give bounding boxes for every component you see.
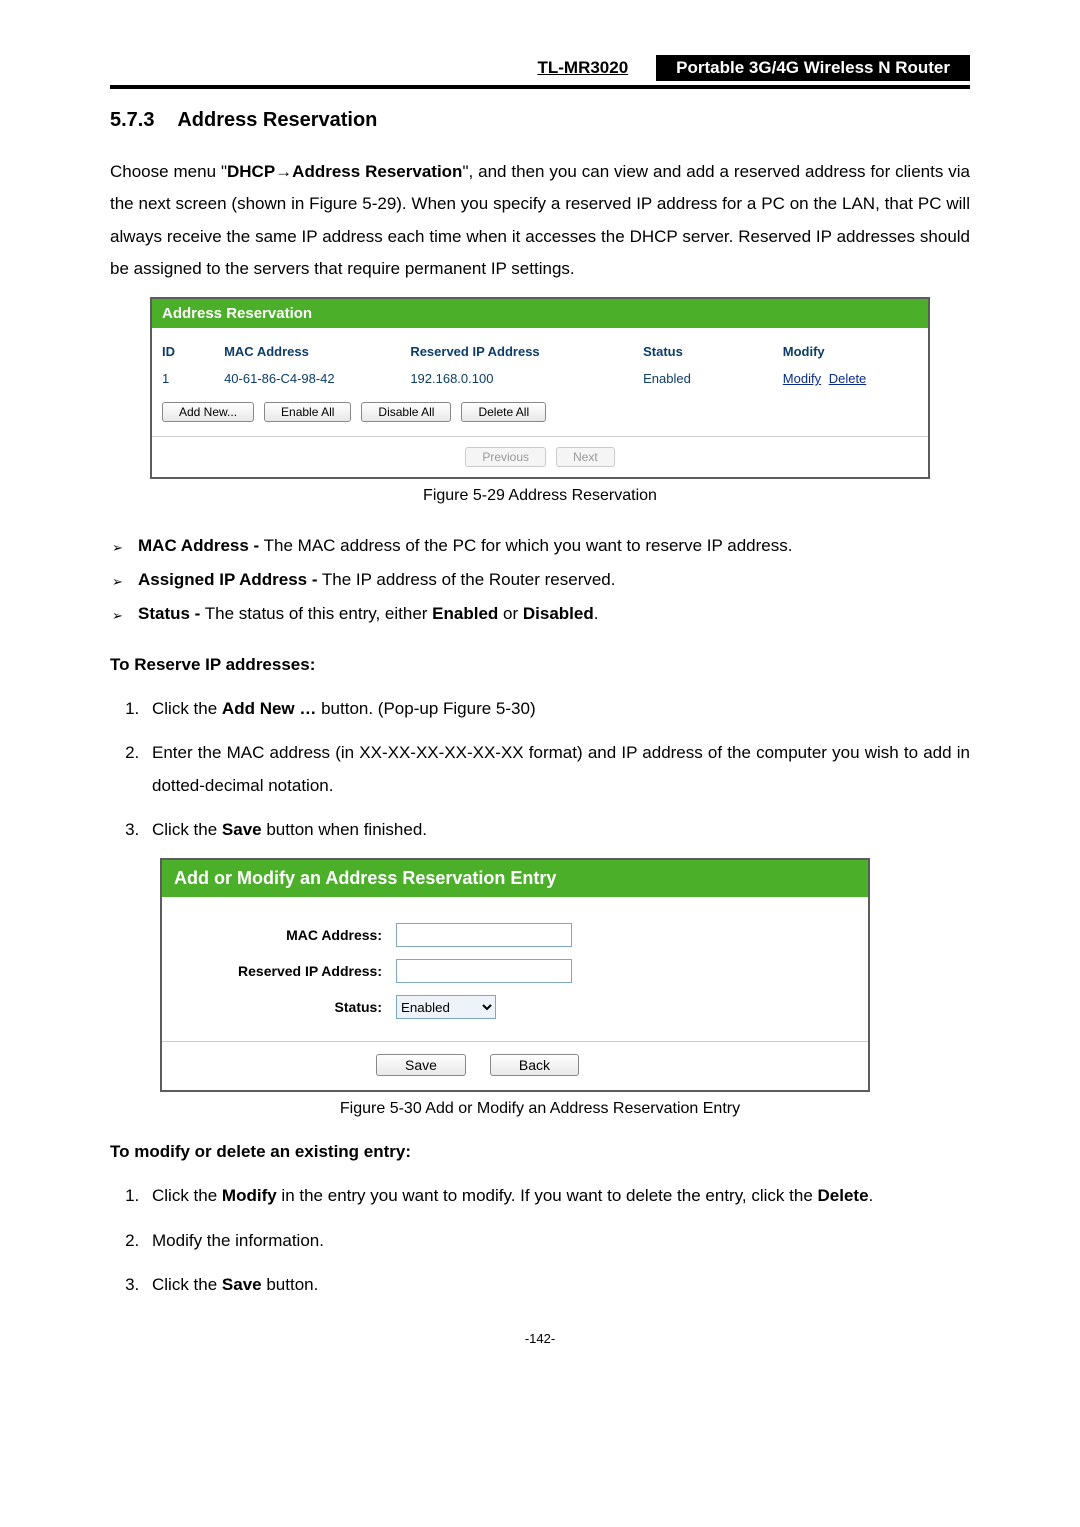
cell-status: Enabled	[633, 365, 773, 392]
cell-ip: 192.168.0.100	[400, 365, 633, 392]
enable-all-button[interactable]: Enable All	[264, 402, 351, 422]
intro-paragraph: Choose menu "DHCP→Address Reservation", …	[110, 156, 970, 285]
col-modify: Modify	[773, 338, 928, 365]
panel-title: Add or Modify an Address Reservation Ent…	[162, 860, 868, 897]
figure-5-30-caption: Figure 5-30 Add or Modify an Address Res…	[110, 1100, 970, 1118]
list-item: Assigned IP Address - The IP address of …	[138, 563, 970, 597]
list-item: Modify the information.	[144, 1225, 970, 1257]
mac-label: MAC Address:	[182, 927, 382, 943]
disable-all-button[interactable]: Disable All	[361, 402, 451, 422]
back-button[interactable]: Back	[490, 1054, 579, 1076]
list-item: Click the Modify in the entry you want t…	[144, 1180, 970, 1212]
col-status: Status	[633, 338, 773, 365]
figure-5-30: Add or Modify an Address Reservation Ent…	[160, 858, 870, 1092]
reserve-steps: Click the Add New … button. (Pop-up Figu…	[110, 693, 970, 846]
mac-input[interactable]	[396, 923, 572, 947]
table-row: 1 40-61-86-C4-98-42 192.168.0.100 Enable…	[152, 365, 928, 392]
delete-all-button[interactable]: Delete All	[461, 402, 546, 422]
figure-5-29: Address Reservation ID MAC Address Reser…	[150, 297, 930, 479]
status-label: Status:	[182, 999, 382, 1015]
previous-button[interactable]: Previous	[465, 447, 546, 467]
cell-id: 1	[152, 365, 214, 392]
ip-input[interactable]	[396, 959, 572, 983]
status-select[interactable]: Enabled	[396, 995, 496, 1019]
action-button-row: Add New... Enable All Disable All Delete…	[152, 392, 928, 436]
list-item: Status - The status of this entry, eithe…	[138, 597, 970, 631]
field-description-list: MAC Address - The MAC address of the PC …	[110, 529, 970, 631]
header-rule	[110, 85, 970, 89]
modify-heading: To modify or delete an existing entry:	[110, 1142, 970, 1162]
modify-steps: Click the Modify in the entry you want t…	[110, 1180, 970, 1301]
col-ip: Reserved IP Address	[400, 338, 633, 365]
model-number: TL-MR3020	[537, 58, 628, 78]
figure-5-29-caption: Figure 5-29 Address Reservation	[110, 487, 970, 505]
table-header-row: ID MAC Address Reserved IP Address Statu…	[152, 338, 928, 365]
section-heading: 5.7.3 Address Reservation	[110, 109, 970, 132]
pagination-row: Previous Next	[152, 436, 928, 477]
section-title: Address Reservation	[177, 109, 377, 131]
col-id: ID	[152, 338, 214, 365]
list-item: Click the Save button.	[144, 1269, 970, 1301]
add-new-button[interactable]: Add New...	[162, 402, 254, 422]
list-item: Enter the MAC address (in XX-XX-XX-XX-XX…	[144, 737, 970, 802]
reservation-table: ID MAC Address Reserved IP Address Statu…	[152, 338, 928, 392]
list-item: Click the Add New … button. (Pop-up Figu…	[144, 693, 970, 725]
reserve-heading: To Reserve IP addresses:	[110, 655, 970, 675]
modify-link[interactable]: Modify	[783, 371, 821, 386]
doc-header: TL-MR3020 Portable 3G/4G Wireless N Rout…	[110, 55, 970, 81]
page-number: -142-	[110, 1331, 970, 1346]
save-button[interactable]: Save	[376, 1054, 466, 1076]
col-mac: MAC Address	[214, 338, 400, 365]
product-name: Portable 3G/4G Wireless N Router	[656, 55, 970, 81]
list-item: Click the Save button when finished.	[144, 814, 970, 846]
delete-link[interactable]: Delete	[829, 371, 867, 386]
panel-title: Address Reservation	[152, 299, 928, 328]
form-button-row: Save Back	[162, 1041, 868, 1090]
ip-label: Reserved IP Address:	[182, 963, 382, 979]
section-number: 5.7.3	[110, 109, 154, 131]
form-area: MAC Address: Reserved IP Address: Status…	[162, 897, 868, 1041]
cell-mac: 40-61-86-C4-98-42	[214, 365, 400, 392]
list-item: MAC Address - The MAC address of the PC …	[138, 529, 970, 563]
next-button[interactable]: Next	[556, 447, 615, 467]
